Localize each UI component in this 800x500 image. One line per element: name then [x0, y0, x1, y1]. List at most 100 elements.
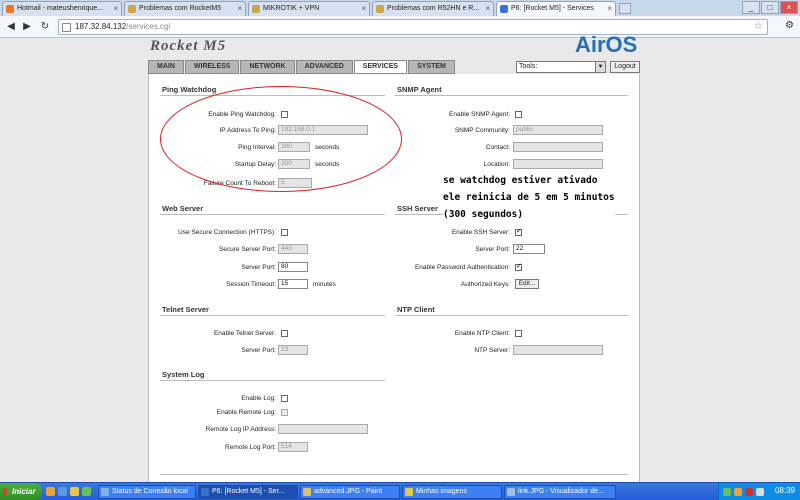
password-auth-checkbox[interactable]	[515, 262, 522, 271]
tab-label: Problemas com RocketM5	[139, 5, 222, 12]
logout-button[interactable]: Logout	[610, 61, 640, 73]
remote-log-ip-field[interactable]	[278, 424, 368, 434]
taskbar: Iniciar Status de Conexão local P6: [Roc…	[0, 482, 800, 500]
url-text: 187.32.84.132/services.cgi	[75, 22, 171, 31]
tab-advanced[interactable]: ADVANCED	[295, 60, 353, 74]
forward-icon[interactable]: ▶	[20, 20, 34, 34]
browser-tab-r52hn[interactable]: Problemas com R52HN e R... ×	[372, 1, 494, 16]
browser-tab-rocketm5[interactable]: Problemas com RocketM5 ×	[124, 1, 246, 16]
password-auth-label: Enable Password Authentication:	[414, 264, 510, 271]
taskbar-item-label: Status de Conexão local	[112, 488, 188, 495]
taskbar-item-label: P6: [Rocket M5] - Ser...	[212, 488, 285, 495]
annotation-text: se watchdog estiver ativado ele reinicia…	[443, 172, 615, 223]
remote-log-port-field[interactable]: 514	[278, 442, 308, 452]
tray-icon[interactable]	[756, 488, 764, 496]
telnet-port-field[interactable]: 23	[278, 345, 308, 355]
location-label: Location:	[483, 161, 510, 168]
enable-snmp-checkbox[interactable]	[515, 111, 522, 118]
taskbar-item-browser[interactable]: P6: [Rocket M5] - Ser...	[198, 485, 298, 499]
url-input[interactable]: 187.32.84.132/services.cgi ☆	[58, 19, 768, 35]
snmp-agent-title: SNMP Agent	[397, 85, 442, 94]
taskbar-item-my-pictures[interactable]: Minhas imagens	[402, 485, 502, 499]
taskbar-item-image-viewer[interactable]: link.JPG - Visualizador de...	[504, 485, 616, 499]
ntp-server-field[interactable]	[513, 345, 603, 355]
tab-system[interactable]: SYSTEM	[408, 60, 455, 74]
quicklaunch-icon[interactable]	[82, 487, 91, 496]
enable-remote-log-checkbox[interactable]	[281, 409, 288, 416]
enable-ssh-checkbox[interactable]	[515, 227, 522, 236]
enable-ntp-label: Enable NTP Client:	[454, 330, 510, 337]
minimize-button[interactable]: _	[742, 1, 760, 14]
ntp-client-title: NTP Client	[397, 305, 435, 314]
clock[interactable]: 08:39	[775, 486, 795, 495]
https-checkbox[interactable]	[281, 229, 288, 236]
ntp-server-label: NTP Server:	[474, 347, 510, 354]
maximize-button[interactable]: □	[761, 1, 779, 14]
airos-logo: AirOS	[575, 32, 638, 57]
wrench-icon[interactable]: ⚙	[785, 20, 794, 31]
contact-field[interactable]	[513, 142, 603, 152]
tab-wireless[interactable]: WIRELESS	[184, 60, 240, 74]
edit-keys-button[interactable]: Edit...	[515, 279, 539, 289]
quicklaunch-icon[interactable]	[46, 487, 55, 496]
image-viewer-icon	[507, 488, 515, 496]
taskbar-item-label: Minhas imagens	[416, 488, 467, 495]
enable-ntp-checkbox[interactable]	[515, 330, 522, 337]
main-nav: MAIN WIRELESS NETWORK ADVANCED SERVICES …	[148, 60, 456, 74]
quicklaunch-icon[interactable]	[58, 487, 67, 496]
ssh-port-field[interactable]: 22	[513, 244, 545, 254]
close-icon[interactable]: ×	[361, 2, 366, 15]
close-icon[interactable]: ×	[607, 2, 612, 15]
tools-label: Tools:	[519, 63, 538, 70]
secure-port-field[interactable]: 443	[278, 244, 308, 254]
enable-telnet-label: Enable Telnet Server:	[213, 330, 276, 337]
https-label: Use Secure Connection (HTTPS):	[178, 229, 276, 236]
tab-label: Hotmail - mateushenrique...	[17, 5, 103, 12]
enable-ssh-label: Enable SSH Server:	[451, 229, 510, 236]
section-divider	[160, 214, 385, 215]
browser-tab-bar: Hotmail - mateushenrique... × Problemas …	[0, 0, 800, 16]
tab-network[interactable]: NETWORK	[240, 60, 295, 74]
system-log-title: System Log	[162, 370, 205, 379]
contact-label: Contact:	[485, 144, 510, 151]
tab-main[interactable]: MAIN	[148, 60, 184, 74]
tab-services[interactable]: SERVICES	[353, 60, 408, 74]
ssh-server-title: SSH Server	[397, 204, 438, 213]
bookmark-star-icon[interactable]: ☆	[754, 21, 763, 32]
session-timeout-field[interactable]: 15	[278, 279, 308, 289]
taskbar-item-label: link.JPG - Visualizador de...	[518, 488, 604, 495]
close-icon[interactable]: ×	[485, 2, 490, 15]
close-icon[interactable]: ×	[113, 2, 118, 15]
tray-icon[interactable]	[734, 488, 742, 496]
enable-telnet-checkbox[interactable]	[281, 330, 288, 337]
quicklaunch-icon[interactable]	[70, 487, 79, 496]
new-tab-button[interactable]	[619, 3, 631, 14]
close-window-button[interactable]: ×	[780, 1, 798, 14]
enable-log-checkbox[interactable]	[281, 395, 288, 402]
taskbar-item-paint[interactable]: advanced.JPG - Paint	[300, 485, 400, 499]
close-icon[interactable]: ×	[237, 2, 242, 15]
section-divider	[395, 315, 628, 316]
forum-icon	[128, 5, 136, 13]
browser-tab-services[interactable]: P6: [Rocket M5] - Services ×	[496, 1, 616, 16]
chevron-down-icon[interactable]: ▼	[595, 62, 605, 72]
taskbar-item-connection-status[interactable]: Status de Conexão local	[98, 485, 196, 499]
snmp-community-field[interactable]: public	[513, 125, 603, 135]
window-controls: _ □ ×	[742, 1, 798, 14]
remote-log-port-label: Remote Log Port:	[225, 444, 276, 451]
reload-icon[interactable]: ↻	[38, 20, 52, 34]
tray-icon[interactable]	[745, 488, 753, 496]
tools-select[interactable]: Tools: ▼	[516, 61, 606, 73]
section-divider	[160, 380, 385, 381]
authorized-keys-label: Authorized Keys:	[460, 281, 510, 288]
remote-log-ip-label: Remote Log IP Address:	[205, 426, 276, 433]
annotation-line: ele reinicia de 5 em 5 minutos	[443, 192, 615, 203]
location-field[interactable]	[513, 159, 603, 169]
start-button[interactable]: Iniciar	[0, 483, 42, 500]
back-icon[interactable]: ◀	[4, 20, 18, 34]
browser-tab-mikrotik[interactable]: MIKROTIK + VPN ×	[248, 1, 370, 16]
tray-icon[interactable]	[723, 488, 731, 496]
browser-tab-hotmail[interactable]: Hotmail - mateushenrique... ×	[2, 1, 122, 16]
session-timeout-unit: minutes	[313, 281, 336, 288]
server-port-field[interactable]: 80	[278, 262, 308, 272]
